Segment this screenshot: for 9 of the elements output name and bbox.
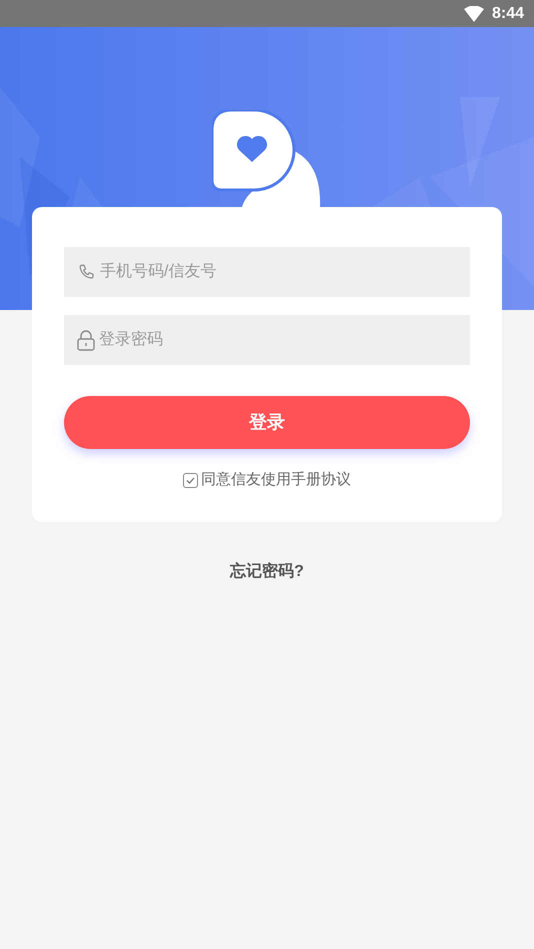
lock-icon <box>76 329 96 351</box>
agreement-checkbox[interactable] <box>183 472 198 488</box>
password-field[interactable]: 登录密码 <box>64 315 470 365</box>
agreement-label: 同意信友使用手册协议 <box>201 470 351 490</box>
clock-time: 8:44 <box>492 4 524 24</box>
forgot-password-link[interactable]: 忘记密码? <box>230 560 304 584</box>
phone-icon <box>78 263 96 281</box>
wifi-icon <box>464 6 484 22</box>
phone-field[interactable]: 手机号码/信友号 <box>64 247 470 297</box>
